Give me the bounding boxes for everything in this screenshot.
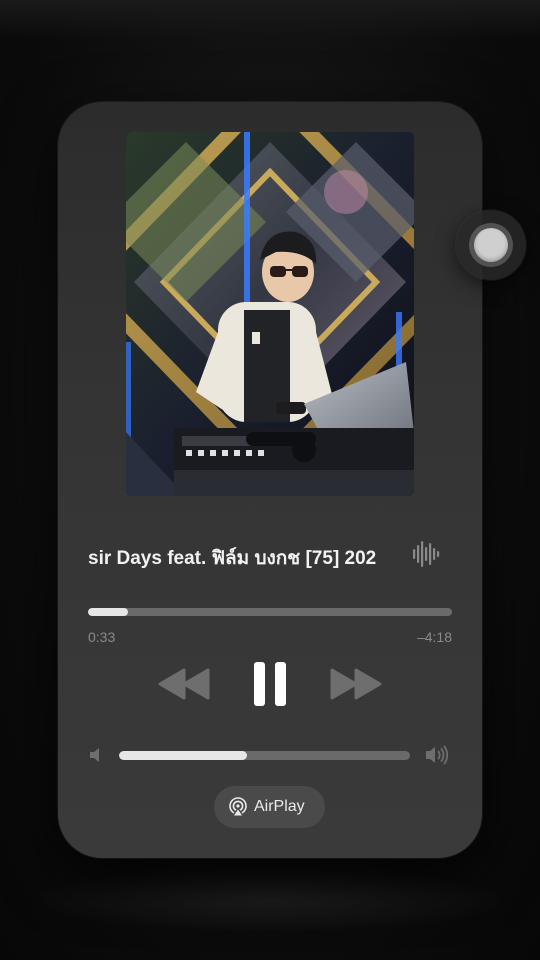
fast-forward-button[interactable] (328, 666, 382, 702)
airplay-icon (228, 797, 248, 817)
playback-progress-fill (88, 608, 129, 616)
playback-progress-bar[interactable] (88, 608, 452, 616)
background-blur-bottom (40, 870, 500, 930)
background-blur-top (0, 0, 540, 40)
assistive-touch-button[interactable] (456, 210, 526, 280)
airplay-label: AirPlay (254, 798, 305, 815)
title-row: sir Days feat. ฟิล์ม บงกช [75] 202 (58, 534, 482, 574)
screen: sir Days feat. ฟิล์ม บงกช [75] 202 0:33 … (0, 0, 540, 960)
album-artwork (126, 132, 414, 496)
album-artwork-image (126, 132, 414, 496)
assistive-touch-icon (474, 228, 508, 262)
pause-icon (254, 662, 286, 706)
speaker-high-icon (424, 744, 452, 766)
fast-forward-icon (330, 668, 382, 700)
waveform-icon (413, 539, 441, 569)
rewind-button[interactable] (158, 666, 212, 702)
volume-slider[interactable] (119, 751, 410, 760)
song-title: sir Days feat. ฟิล์ม บงกช [75] 202 (88, 548, 377, 569)
now-playing-card: sir Days feat. ฟิล์ม บงกช [75] 202 0:33 … (58, 102, 482, 858)
song-title-marquee[interactable]: sir Days feat. ฟิล์ม บงกช [75] 202 (88, 534, 400, 574)
elapsed-time: 0:33 (88, 629, 116, 645)
volume-slider-fill (119, 751, 248, 760)
pause-button[interactable] (244, 658, 296, 710)
rewind-icon (158, 668, 210, 700)
airplay-button[interactable]: AirPlay (214, 786, 325, 828)
speaker-low-icon (88, 746, 104, 764)
remaining-time: –4:18 (416, 629, 452, 645)
